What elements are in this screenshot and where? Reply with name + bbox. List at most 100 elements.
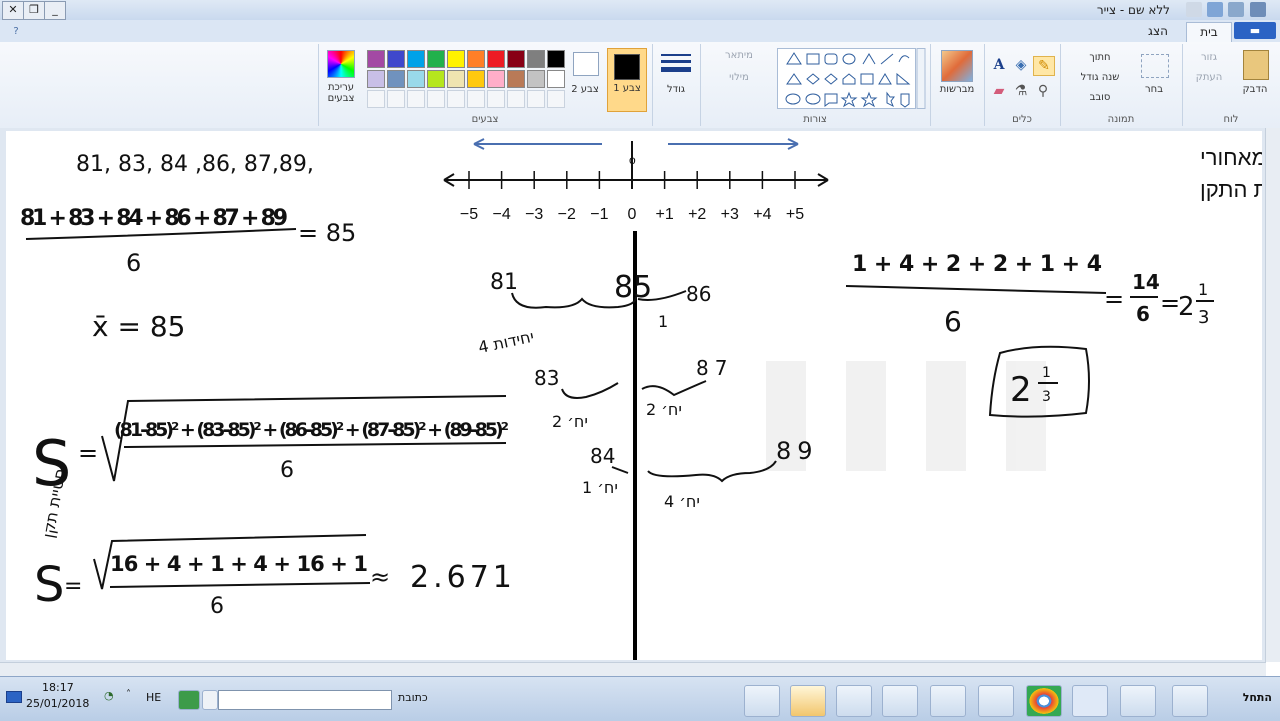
taskbar-snipping-icon[interactable] [744, 685, 780, 717]
color2-swatch[interactable] [573, 52, 599, 76]
custom-color-slot[interactable] [447, 90, 465, 108]
palette-color-swatch[interactable] [507, 70, 525, 88]
avg-dev-frac-num: 14 [1132, 270, 1160, 294]
shape-outline-button[interactable]: מיתאר [707, 50, 771, 61]
pencil-tool-icon[interactable]: ✎ [1033, 56, 1055, 76]
color1-selector[interactable]: צבע 1 [607, 48, 647, 112]
palette-color-swatch[interactable] [527, 50, 545, 68]
close-button[interactable]: ✕ [2, 1, 24, 20]
custom-color-slot[interactable] [547, 90, 565, 108]
palette-color-swatch[interactable] [447, 50, 465, 68]
taskbar-app1-icon[interactable] [882, 685, 918, 717]
mean-symbol: x̄ = 85 [92, 310, 185, 343]
taskbar-folder-icon[interactable] [1120, 685, 1156, 717]
palette-color-swatch[interactable] [487, 50, 505, 68]
palette-color-swatch[interactable] [367, 70, 385, 88]
file-menu-button[interactable]: ▬ [1234, 22, 1276, 39]
custom-color-slot[interactable] [487, 90, 505, 108]
avg-dev-result-num: 1 [1198, 280, 1208, 299]
edit-colors-icon[interactable] [327, 50, 355, 78]
help-icon[interactable]: ? [8, 22, 24, 41]
clock-time[interactable]: 18:17 [42, 681, 74, 694]
taskbar-word-icon[interactable] [1072, 685, 1108, 717]
color2-label[interactable]: צבע 2 [567, 84, 603, 95]
equals-sign-1: = [78, 439, 98, 467]
cut-button[interactable]: גזור [1187, 52, 1231, 63]
palette-color-swatch[interactable] [427, 70, 445, 88]
palette-color-swatch[interactable] [407, 50, 425, 68]
custom-color-slot[interactable] [467, 90, 485, 108]
taskbar-notebook-icon[interactable] [930, 685, 966, 717]
fill-tool-icon[interactable]: ◈ [1011, 56, 1031, 74]
palette-color-swatch[interactable] [387, 50, 405, 68]
palette-color-swatch[interactable] [447, 70, 465, 88]
equals-sign-2: = [64, 574, 82, 599]
paste-button[interactable]: הדבק [1237, 84, 1273, 95]
drawing-canvas[interactable]: 81, 83, 84 ,86, 87,89, 81 + 83 + 84 + 86… [6, 131, 1262, 660]
shape-fill-button[interactable]: מילוי [707, 72, 771, 83]
crop-button[interactable]: חתוך [1065, 52, 1135, 63]
tray-network-icon[interactable]: ◔ [104, 689, 114, 702]
taskbar-paint-icon[interactable] [790, 685, 826, 717]
number-line-tick-label: +3 [721, 206, 739, 223]
address-bar-input[interactable] [218, 690, 392, 710]
address-go-icon[interactable] [178, 690, 200, 710]
brushes-icon[interactable] [941, 50, 973, 82]
palette-color-swatch[interactable] [367, 50, 385, 68]
boxed-result-den: 3 [1042, 389, 1051, 405]
custom-color-slot[interactable] [507, 90, 525, 108]
custom-color-slot[interactable] [527, 90, 545, 108]
select-icon[interactable] [1141, 54, 1169, 78]
taskbar: התחל כתובת HE ˄ ◔ 18:17 25/01/2018 [0, 676, 1280, 721]
rotate-button[interactable]: סובב [1065, 92, 1135, 103]
save-icon[interactable] [1228, 2, 1244, 17]
language-indicator[interactable]: HE [146, 691, 161, 704]
paste-icon[interactable] [1243, 50, 1269, 80]
palette-color-swatch[interactable] [467, 70, 485, 88]
magnifier-icon[interactable]: ⚲ [1033, 82, 1053, 100]
custom-color-slot[interactable] [427, 90, 445, 108]
minimize-button[interactable]: _ [44, 1, 66, 20]
eraser-tool-icon[interactable]: ▰ [989, 82, 1009, 100]
palette-color-swatch[interactable] [467, 50, 485, 68]
undo-icon[interactable] [1207, 2, 1223, 17]
palette-color-swatch[interactable] [527, 70, 545, 88]
tab-view[interactable]: הצג [1138, 22, 1178, 41]
taskbar-vlc-icon[interactable] [1172, 685, 1208, 717]
address-dropdown-icon[interactable] [202, 690, 218, 710]
start-button[interactable]: התחל [1243, 691, 1272, 704]
tray-up-arrow-icon[interactable]: ˄ [126, 689, 131, 700]
palette-color-swatch[interactable] [487, 70, 505, 88]
palette-color-swatch[interactable] [547, 70, 565, 88]
vertical-scrollbar[interactable] [1265, 128, 1280, 662]
restore-button[interactable]: ❐ [23, 1, 45, 20]
palette-color-swatch[interactable] [387, 70, 405, 88]
clock-date[interactable]: 25/01/2018 [26, 697, 89, 710]
palette-color-swatch[interactable] [427, 50, 445, 68]
title-bar: ✕ ❐ _ ללא שם - צייר [0, 0, 1280, 21]
horizontal-scrollbar[interactable] [0, 662, 1266, 677]
resize-button[interactable]: שנה גודל [1065, 72, 1135, 83]
brushes-group: מברשות [930, 44, 983, 126]
copy-button[interactable]: העתק [1187, 72, 1231, 83]
custom-color-slot[interactable] [387, 90, 405, 108]
tab-home[interactable]: בית [1186, 22, 1232, 42]
custom-color-slot[interactable] [407, 90, 425, 108]
edit-colors-button[interactable]: עריכת צבעים [319, 82, 363, 104]
custom-color-slot[interactable] [367, 90, 385, 108]
color-picker-icon[interactable]: ⚗ [1011, 82, 1031, 100]
text-tool-icon[interactable]: A [989, 56, 1009, 74]
taskbar-chrome-icon[interactable] [1026, 685, 1062, 717]
show-desktop-icon[interactable] [6, 691, 22, 703]
size-button[interactable]: גודל [655, 84, 697, 95]
select-button[interactable]: בחר [1137, 84, 1171, 95]
taskbar-green-icon[interactable] [978, 685, 1014, 717]
brushes-button[interactable]: מברשות [933, 84, 981, 95]
qat-dropdown-icon[interactable] [1186, 2, 1202, 17]
number-line-tick-label: +5 [786, 206, 804, 223]
shapes-gallery[interactable] [777, 48, 927, 110]
palette-color-swatch[interactable] [547, 50, 565, 68]
taskbar-app2-icon[interactable] [836, 685, 872, 717]
palette-color-swatch[interactable] [507, 50, 525, 68]
palette-color-swatch[interactable] [407, 70, 425, 88]
